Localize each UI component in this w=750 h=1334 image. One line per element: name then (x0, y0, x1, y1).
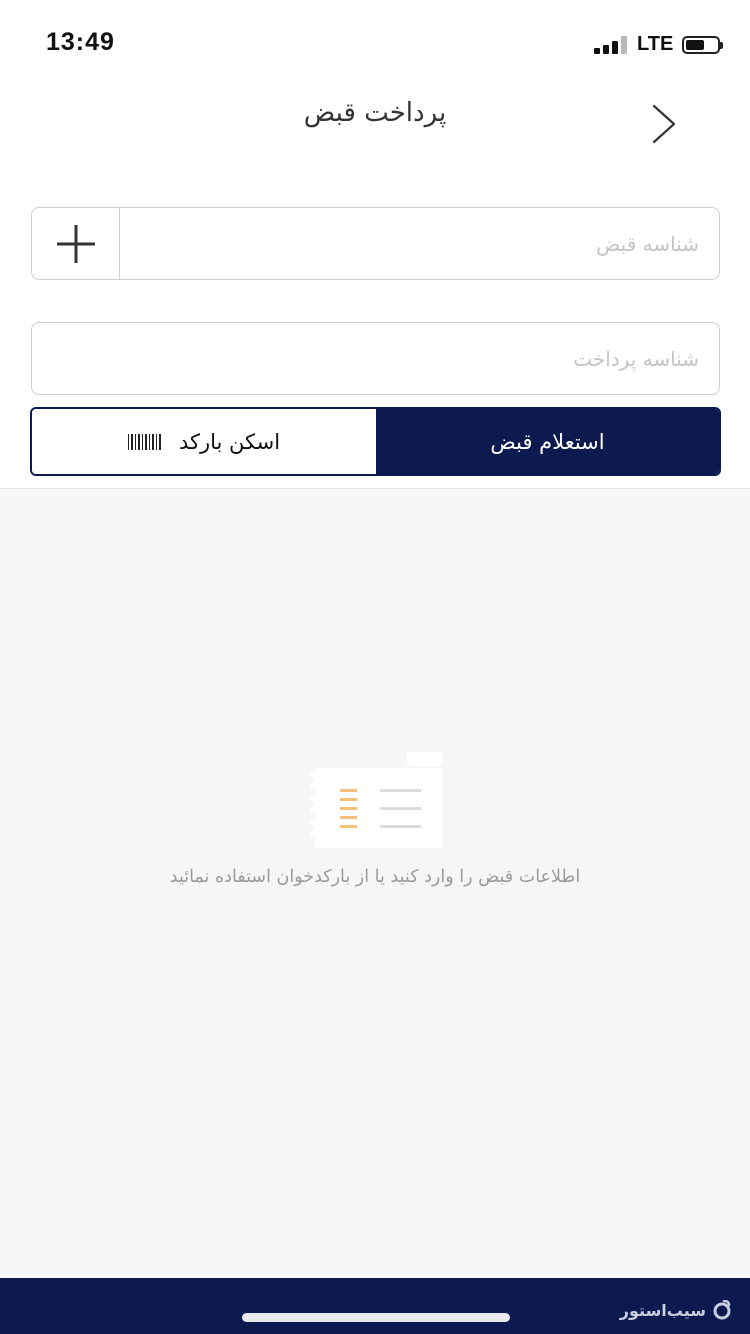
home-indicator[interactable] (242, 1313, 510, 1322)
sibstore-logo-icon (713, 1300, 731, 1320)
page-title: پرداخت قبض (303, 98, 447, 128)
status-bar: 13:49 LTE (0, 0, 750, 90)
bill-receipt-icon (309, 752, 443, 848)
battery-fill (686, 40, 704, 50)
bill-id-field (31, 207, 720, 280)
watermark-text: سیب‌استور (619, 1300, 706, 1320)
chevron-right-icon (652, 104, 676, 144)
signal-icon (594, 36, 630, 54)
add-button[interactable] (32, 208, 120, 279)
empty-state: اطلاعات قبض را وارد کنید یا از بارکدخوان… (0, 489, 750, 1278)
action-buttons: اسکن بارکد استعلام قبض (30, 407, 721, 476)
bottom-bar: سیب‌استور (0, 1278, 750, 1334)
status-time: 13:49 (46, 28, 115, 56)
bill-inquiry-button[interactable]: استعلام قبض (376, 409, 719, 474)
battery-icon (682, 36, 723, 54)
network-label: LTE (637, 33, 674, 55)
payment-id-input[interactable] (52, 323, 699, 394)
header: پرداخت قبض (0, 90, 750, 150)
empty-state-message: اطلاعات قبض را وارد کنید یا از بارکدخوان… (169, 867, 581, 887)
bill-inquiry-label: استعلام قبض (490, 429, 605, 454)
plus-icon (56, 224, 95, 263)
back-button[interactable] (640, 96, 688, 144)
bill-payment-screen: 13:49 LTE پرداخت قبض شناسه قبض شناسه پرد… (0, 0, 750, 1334)
payment-id-field (31, 322, 720, 395)
scan-barcode-button[interactable]: اسکن بارکد (32, 409, 376, 474)
scan-barcode-label: اسکن بارکد (178, 429, 281, 454)
barcode-icon (127, 433, 161, 450)
bill-id-input[interactable] (132, 208, 699, 279)
watermark: سیب‌استور (620, 1300, 732, 1320)
